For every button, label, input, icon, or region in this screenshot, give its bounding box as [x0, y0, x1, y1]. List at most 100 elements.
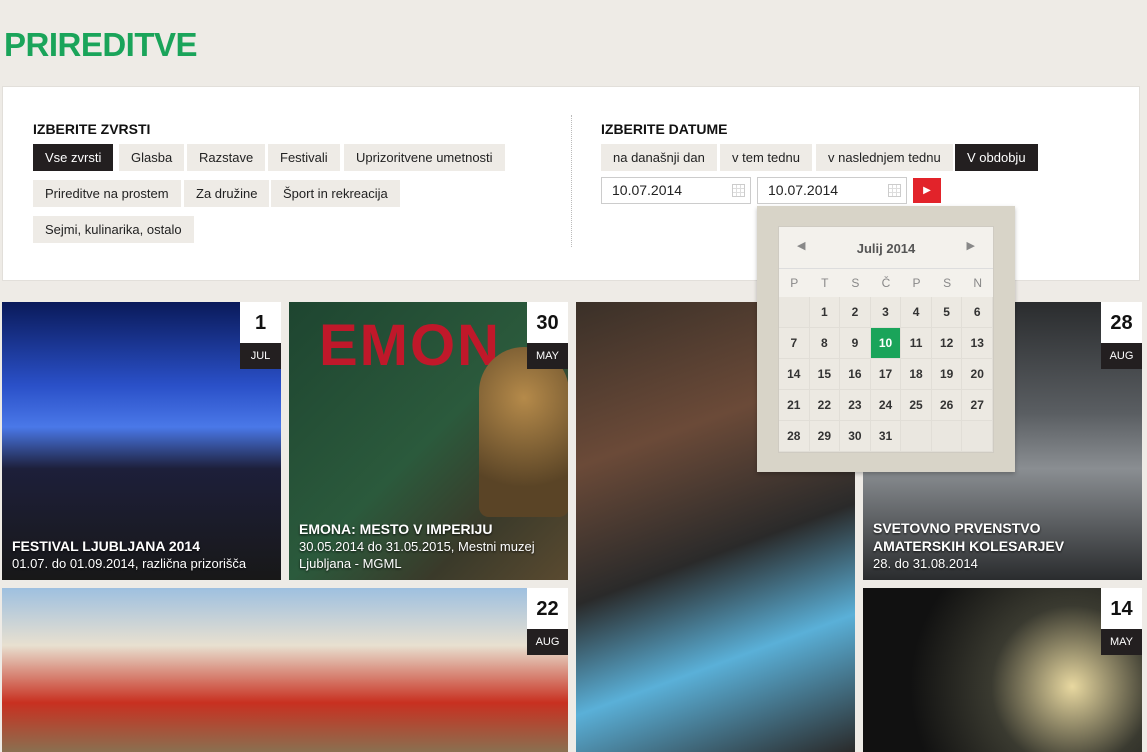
- badge-month: AUG: [527, 629, 568, 655]
- badge-day: 14: [1101, 588, 1142, 629]
- tile-title: EMONA: MESTO V IMPERIJU: [299, 521, 493, 537]
- calendar-day[interactable]: 13: [962, 328, 993, 359]
- date-to-value: 10.07.2014: [768, 182, 839, 198]
- calendar-empty-cell: [962, 421, 993, 452]
- date-chip-this-week[interactable]: v tem tednu: [720, 144, 812, 171]
- calendar-day[interactable]: 17: [870, 359, 902, 390]
- next-month-icon[interactable]: ▶: [967, 239, 975, 252]
- weekday-header: T: [821, 276, 829, 290]
- calendar-empty-cell: [779, 297, 810, 328]
- genre-chip-festivali[interactable]: Festivali: [268, 144, 340, 171]
- genre-chip-na-prostem[interactable]: Prireditve na prostem: [33, 180, 181, 207]
- calendar-day[interactable]: 9: [840, 328, 871, 359]
- tile-subtitle: 30.05.2014 do 31.05.2015, Mestni muzej L…: [299, 539, 535, 571]
- calendar-day[interactable]: 21: [779, 390, 810, 421]
- calendar-day[interactable]: 29: [809, 421, 841, 452]
- date-chip-today[interactable]: na današnji dan: [601, 144, 717, 171]
- weekday-header: P: [912, 276, 921, 290]
- datepicker: ◀ Julij 2014 ▶ P T S Č P S N 1 2 3 4 5 6 7 8 9 10 11 12 13 1…: [778, 226, 994, 453]
- genre-label: IZBERITE ZVRSTI: [33, 121, 151, 137]
- tile-caption: EMONA: MESTO V IMPERIJU 30.05.2014 do 31…: [299, 520, 558, 572]
- badge-day: 28: [1101, 302, 1142, 343]
- calendar-day-selected[interactable]: 10: [870, 328, 902, 359]
- weekday-header: N: [973, 276, 983, 290]
- page-title: PRIREDITVE: [4, 26, 198, 63]
- weekday-header: S: [851, 276, 860, 290]
- calendar-grid: P T S Č P S N 1 2 3 4 5 6 7 8 9 10 11 12 13 14 15 16 17 18 19 20 21…: [779, 269, 993, 452]
- tile-subtitle: 28. do 31.08.2014: [873, 556, 978, 571]
- badge-month: AUG: [1101, 343, 1142, 369]
- genre-chip-vse-zvrsti[interactable]: Vse zvrsti: [33, 144, 114, 171]
- event-tile[interactable]: 22 AUG: [2, 588, 568, 752]
- tile-title: FESTIVAL LJUBLJANA 2014: [12, 538, 201, 554]
- calendar-day[interactable]: 14: [779, 359, 810, 390]
- calendar-day[interactable]: 12: [931, 328, 963, 359]
- event-tile[interactable]: 14 MAY: [863, 588, 1142, 752]
- calendar-day[interactable]: 11: [901, 328, 932, 359]
- date-badge: 22 AUG: [527, 588, 568, 655]
- tile-caption: SVETOVNO PRVENSTVO AMATERSKIH KOLESARJEV…: [873, 519, 1132, 572]
- panel-divider: [571, 115, 572, 247]
- tile-caption: FESTIVAL LJUBLJANA 2014 01.07. do 01.09.…: [12, 537, 271, 572]
- calendar-header: ◀ Julij 2014 ▶: [779, 227, 993, 269]
- genre-chip-sejmi[interactable]: Sejmi, kulinarika, ostalo: [33, 216, 194, 243]
- calendar-day[interactable]: 31: [870, 421, 902, 452]
- play-triangle-icon: ▶: [923, 185, 931, 196]
- calendar-day[interactable]: 25: [901, 390, 932, 421]
- calendar-day[interactable]: 19: [931, 359, 963, 390]
- calendar-popup: ◀ Julij 2014 ▶ P T S Č P S N 1 2 3 4 5 6 7 8 9 10 11 12 13 1…: [757, 206, 1015, 472]
- calendar-day[interactable]: 7: [779, 328, 810, 359]
- calendar-day[interactable]: 2: [840, 297, 871, 328]
- calendar-day[interactable]: 28: [779, 421, 810, 452]
- calendar-day[interactable]: 23: [840, 390, 871, 421]
- calendar-day[interactable]: 22: [809, 390, 841, 421]
- calendar-day[interactable]: 20: [962, 359, 993, 390]
- genre-chip-sport[interactable]: Šport in rekreacija: [271, 180, 400, 207]
- emona-graphic: EMON: [319, 313, 501, 378]
- calendar-day[interactable]: 5: [931, 297, 963, 328]
- genre-chip-uprizoritvene[interactable]: Uprizoritvene umetnosti: [344, 144, 505, 171]
- statue-graphic: [479, 347, 568, 517]
- event-tile[interactable]: EMON 30 MAY EMONA: MESTO V IMPERIJU 30.0…: [289, 302, 568, 580]
- calendar-empty-cell: [931, 421, 963, 452]
- genre-chip-glasba[interactable]: Glasba: [119, 144, 185, 171]
- badge-day: 30: [527, 302, 568, 343]
- date-badge: 1 JUL: [240, 302, 281, 369]
- calendar-day[interactable]: 18: [901, 359, 932, 390]
- tile-title: SVETOVNO PRVENSTVO AMATERSKIH KOLESARJEV: [873, 520, 1065, 554]
- calendar-day[interactable]: 24: [870, 390, 902, 421]
- badge-month: MAY: [1101, 629, 1142, 655]
- calendar-icon[interactable]: [888, 184, 901, 197]
- calendar-day[interactable]: 3: [870, 297, 902, 328]
- date-to-input[interactable]: 10.07.2014: [757, 177, 907, 204]
- calendar-day[interactable]: 1: [809, 297, 841, 328]
- calendar-day[interactable]: 4: [901, 297, 932, 328]
- calendar-month: Julij 2014: [856, 241, 916, 256]
- calendar-icon[interactable]: [732, 184, 745, 197]
- weekday-header: P: [790, 276, 799, 290]
- genre-chip-razstave[interactable]: Razstave: [187, 144, 266, 171]
- weekday-header: S: [943, 276, 952, 290]
- genre-chip-za-druzine[interactable]: Za družine: [184, 180, 270, 207]
- date-chip-next-week[interactable]: v naslednjem tednu: [816, 144, 953, 171]
- calendar-day[interactable]: 16: [840, 359, 871, 390]
- date-from-input[interactable]: 10.07.2014: [601, 177, 751, 204]
- date-badge: 28 AUG: [1101, 302, 1142, 369]
- calendar-day[interactable]: 27: [962, 390, 993, 421]
- calendar-day[interactable]: 8: [809, 328, 841, 359]
- badge-day: 22: [527, 588, 568, 629]
- dates-label: IZBERITE DATUME: [601, 121, 728, 137]
- calendar-day[interactable]: 15: [809, 359, 841, 390]
- date-badge: 14 MAY: [1101, 588, 1142, 655]
- date-chip-period[interactable]: V obdobju: [955, 144, 1038, 171]
- calendar-day[interactable]: 26: [931, 390, 963, 421]
- date-badge: 30 MAY: [527, 302, 568, 369]
- go-button[interactable]: ▶: [913, 178, 941, 203]
- date-from-value: 10.07.2014: [612, 182, 683, 198]
- calendar-day[interactable]: 30: [840, 421, 871, 452]
- tile-subtitle: 01.07. do 01.09.2014, različna prizorišč…: [12, 556, 247, 571]
- calendar-day[interactable]: 6: [962, 297, 993, 328]
- calendar-empty-cell: [901, 421, 932, 452]
- event-tile[interactable]: 1 JUL FESTIVAL LJUBLJANA 2014 01.07. do …: [2, 302, 281, 580]
- weekday-header: Č: [881, 276, 891, 290]
